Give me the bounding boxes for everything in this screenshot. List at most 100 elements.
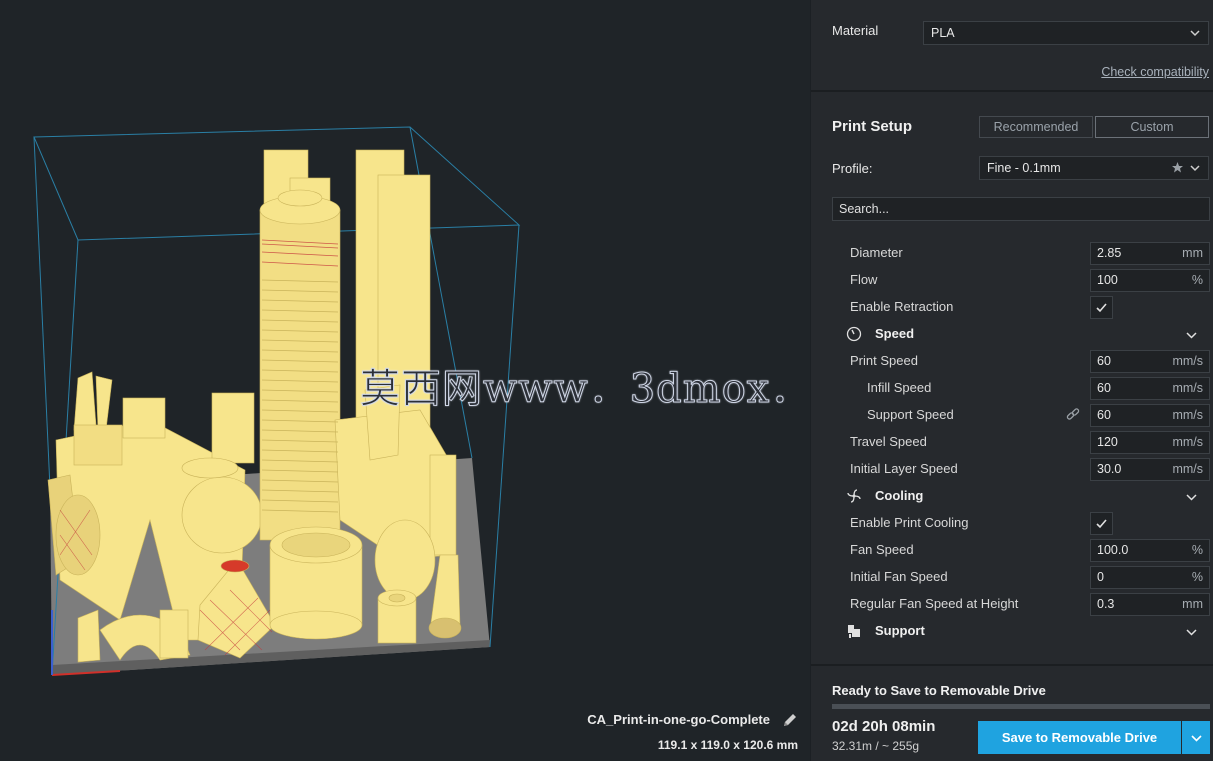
tab-custom[interactable]: Custom: [1095, 116, 1209, 138]
setting-label: Enable Retraction: [850, 299, 954, 314]
field-unit: mm/s: [1172, 435, 1203, 449]
setting-label: Support Speed: [867, 407, 954, 422]
field-unit: %: [1191, 543, 1203, 557]
chevron-down-icon: [1190, 30, 1200, 37]
setting-label: Enable Print Cooling: [850, 515, 969, 530]
setting-row-initial-layer-speed: Initial Layer Speed 30.0 mm/s: [811, 456, 1213, 483]
setting-label: Flow: [850, 272, 878, 287]
setting-label: Print Speed: [850, 353, 918, 368]
setting-row-fan-speed: Fan Speed 100.0%: [811, 537, 1213, 564]
setting-row-diameter: Diameter 2.85 mm: [811, 240, 1213, 267]
category-speed[interactable]: Speed: [811, 321, 1213, 348]
flow-field[interactable]: 100%: [1090, 269, 1210, 292]
material-usage: 32.31m / ~ 255g: [832, 739, 920, 753]
check-compatibility-link[interactable]: Check compatibility: [1101, 65, 1209, 79]
fan-speed-field[interactable]: 100.0%: [1090, 539, 1210, 562]
watermark: 莫西网www．3dmox．com: [360, 366, 810, 413]
setting-label: Initial Layer Speed: [850, 461, 958, 476]
field-unit: mm: [1182, 597, 1203, 611]
profile-label: Profile:: [832, 161, 873, 176]
3d-viewport[interactable]: 莫西网www．3dmox．com CA_Print-in-one-go-Comp…: [0, 0, 810, 761]
star-icon[interactable]: [1171, 161, 1184, 174]
field-unit: mm/s: [1172, 408, 1203, 422]
field-unit: mm: [1182, 246, 1203, 260]
model-name: CA_Print-in-one-go-Complete: [587, 712, 770, 727]
field-value: 30.0: [1097, 462, 1122, 476]
material-label: Material: [832, 23, 879, 38]
field-value: 0: [1097, 570, 1104, 584]
link-icon[interactable]: [1066, 408, 1080, 422]
support-speed-field[interactable]: 60 mm/s: [1090, 404, 1210, 427]
category-support[interactable]: Support: [811, 618, 1213, 645]
speedometer-icon: [846, 326, 862, 342]
setting-row-initial-fan-speed: Initial Fan Speed 0%: [811, 564, 1213, 591]
field-value: 120: [1097, 435, 1118, 449]
initial-layer-speed-field[interactable]: 30.0 mm/s: [1090, 458, 1210, 481]
profile-dropdown[interactable]: Fine - 0.1mm: [979, 156, 1209, 180]
field-unit: %: [1191, 570, 1203, 584]
setting-label: Initial Fan Speed: [850, 569, 948, 584]
setting-label: Travel Speed: [850, 434, 927, 449]
field-unit: mm/s: [1172, 462, 1203, 476]
chevron-down-icon: [1191, 735, 1202, 742]
chevron-down-icon: [1186, 494, 1197, 501]
material-dropdown[interactable]: PLA: [923, 21, 1209, 45]
support-icon: [848, 625, 860, 638]
setting-row-print-cooling: Enable Print Cooling: [811, 510, 1213, 537]
profile-value: Fine - 0.1mm: [987, 161, 1061, 175]
checkmark-icon: [1096, 303, 1107, 313]
field-unit: mm/s: [1172, 354, 1203, 368]
save-to-removable-drive-button[interactable]: Save to Removable Drive: [978, 721, 1181, 754]
chevron-down-icon: [1186, 629, 1197, 636]
model-dimensions: 119.1 x 119.0 x 120.6 mm: [657, 738, 798, 752]
field-value: 100.0: [1097, 543, 1129, 557]
pencil-icon[interactable]: [782, 712, 798, 728]
output-section: Ready to Save to Removable Drive 02d 20h…: [811, 664, 1213, 761]
output-status: Ready to Save to Removable Drive: [832, 683, 1046, 698]
print-cooling-checkbox[interactable]: [1090, 512, 1113, 535]
setting-row-travel-speed: Travel Speed 120 mm/s: [811, 429, 1213, 456]
travel-speed-field[interactable]: 120 mm/s: [1090, 431, 1210, 454]
slicing-progress-bar: [832, 704, 1210, 709]
material-value: PLA: [931, 26, 955, 40]
tab-recommended[interactable]: Recommended: [979, 116, 1093, 138]
setting-row-retraction: Enable Retraction: [811, 294, 1213, 321]
setting-label: Diameter: [850, 245, 903, 260]
setting-row-support-speed: Support Speed 60 mm/s: [811, 402, 1213, 429]
material-section: Material PLA Check compatibility: [811, 0, 1213, 92]
setting-row-flow: Flow 100%: [811, 267, 1213, 294]
category-label: Cooling: [875, 488, 924, 503]
chevron-down-icon: [1186, 332, 1197, 339]
checkmark-icon: [1096, 519, 1107, 529]
field-value: 60: [1097, 408, 1111, 422]
retraction-checkbox[interactable]: [1090, 296, 1113, 319]
field-value: 100: [1097, 273, 1118, 287]
setting-row-print-speed: Print Speed 60 mm/s: [811, 348, 1213, 375]
diameter-field[interactable]: 2.85 mm: [1090, 242, 1210, 265]
setting-label: Regular Fan Speed at Height: [850, 596, 1019, 611]
initial-fan-speed-field[interactable]: 0%: [1090, 566, 1210, 589]
settings-panel: Material PLA Check compatibility Print S…: [811, 0, 1213, 761]
setting-label: Fan Speed: [850, 542, 914, 557]
chevron-down-icon: [1190, 165, 1200, 172]
field-value: 0.3: [1097, 597, 1115, 611]
settings-list: Diameter 2.85 mm Flow 100% Enable Retract…: [811, 236, 1213, 656]
save-options-dropdown[interactable]: [1182, 721, 1210, 754]
setting-row-regular-fan-height: Regular Fan Speed at Height 0.3 mm: [811, 591, 1213, 618]
setting-row-infill-speed: Infill Speed 60 mm/s: [811, 375, 1213, 402]
category-label: Support: [875, 623, 925, 638]
setting-label: Infill Speed: [867, 380, 932, 395]
settings-search-input[interactable]: Search...: [832, 197, 1210, 221]
print-setup-title: Print Setup: [832, 118, 913, 135]
field-value: 60: [1097, 381, 1111, 395]
field-unit: %: [1191, 273, 1203, 287]
infill-speed-field[interactable]: 60 mm/s: [1090, 377, 1210, 400]
print-time: 02d 20h 08min: [832, 718, 936, 735]
category-label: Speed: [875, 326, 915, 341]
field-unit: mm/s: [1172, 381, 1203, 395]
regular-fan-height-field[interactable]: 0.3 mm: [1090, 593, 1210, 616]
category-cooling[interactable]: Cooling: [811, 483, 1213, 510]
fan-icon: [847, 489, 861, 503]
print-speed-field[interactable]: 60 mm/s: [1090, 350, 1210, 373]
field-value: 2.85: [1097, 246, 1122, 260]
